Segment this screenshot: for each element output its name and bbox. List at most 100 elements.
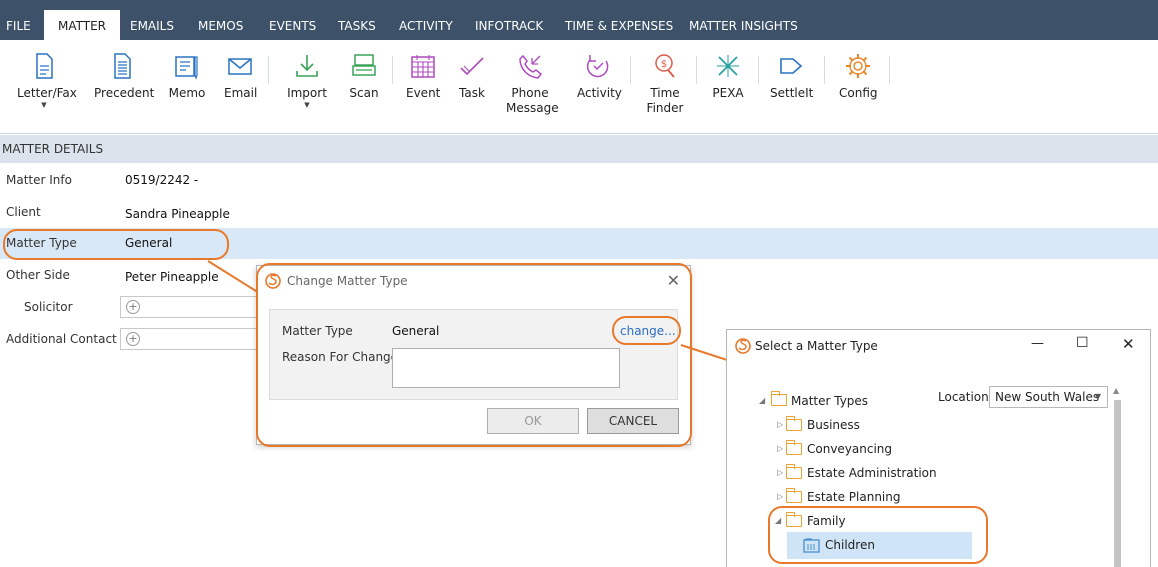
cancel-button[interactable]: CANCEL	[587, 408, 679, 434]
matter-info-row[interactable]: Matter Info 0519/2242 -	[0, 165, 1158, 196]
matter-type-label: Matter Type	[6, 236, 77, 250]
folder-icon	[785, 464, 802, 479]
matter-template-icon	[803, 538, 820, 553]
config-button[interactable]: Config	[839, 52, 878, 101]
vertical-scrollbar[interactable]: ▲	[1112, 386, 1124, 567]
tab-file[interactable]: FILE	[6, 0, 31, 40]
folder-icon	[785, 488, 802, 503]
dialog-matter-type-value: General	[392, 324, 440, 338]
collapsed-arrow-icon[interactable]: ▷	[777, 492, 783, 501]
tree-root-matter-types[interactable]: Matter Types	[791, 394, 868, 408]
change-matter-type-dialog: Change Matter Type ✕ Matter Type General…	[256, 265, 691, 445]
ribbon-divider	[630, 56, 631, 84]
folder-icon	[785, 416, 802, 431]
app-logo-icon	[735, 338, 751, 354]
tree-item-conveyancing[interactable]: Conveyancing	[807, 442, 892, 456]
client-row[interactable]: Client Sandra Pineapple	[0, 197, 1158, 228]
tree-item-estate-planning[interactable]: Estate Planning	[807, 490, 901, 504]
expanded-arrow-icon[interactable]: ◢	[775, 516, 781, 525]
task-button[interactable]: Task	[458, 52, 486, 101]
dollar-search-icon: $	[655, 54, 675, 78]
arrow-right-icon	[780, 58, 803, 74]
location-label: Location	[938, 390, 989, 404]
chevron-down-icon: ▼	[304, 101, 310, 109]
tree-item-children-row[interactable]: Children	[787, 532, 972, 559]
scan-button[interactable]: Scan	[349, 52, 379, 101]
letter-fax-button[interactable]: Letter/Fax ▼	[17, 52, 77, 109]
tab-memos[interactable]: MEMOS	[198, 0, 243, 40]
reason-label: Reason For Change	[282, 350, 399, 364]
expanded-arrow-icon[interactable]: ◢	[759, 396, 765, 405]
download-icon	[296, 55, 318, 77]
minimize-icon[interactable]: —	[1031, 336, 1044, 351]
dialog-title: Change Matter Type	[287, 274, 408, 288]
tab-time-expenses[interactable]: TIME & EXPENSES	[565, 0, 673, 40]
dialog-matter-type-label: Matter Type	[282, 324, 353, 338]
memo-icon	[175, 56, 198, 80]
memo-button[interactable]: Memo	[168, 52, 206, 101]
email-button[interactable]: Email	[224, 52, 257, 101]
ribbon-divider	[824, 56, 825, 84]
matter-info-value: 0519/2242 -	[125, 173, 199, 187]
tab-activity[interactable]: ACTIVITY	[399, 0, 453, 40]
window-title: Select a Matter Type	[755, 339, 878, 353]
precedent-icon	[114, 53, 131, 79]
tree-item-children: Children	[825, 538, 875, 552]
svg-text:$: $	[661, 59, 667, 70]
chevron-down-icon: ▼	[1094, 392, 1101, 401]
location-select[interactable]: New South Wales ▼	[989, 386, 1108, 408]
folder-icon	[785, 440, 802, 455]
phone-message-button[interactable]: Phone Message	[506, 52, 559, 116]
tree-item-business[interactable]: Business	[807, 418, 860, 432]
settleit-button[interactable]: SettleIt	[770, 52, 813, 101]
import-button[interactable]: Import ▼	[287, 52, 327, 109]
tree-item-family[interactable]: Family	[807, 514, 846, 528]
time-finder-button[interactable]: $ Time Finder	[646, 52, 684, 116]
additional-contact-label: Additional Contact	[6, 332, 117, 346]
tab-matter[interactable]: MATTER	[44, 10, 120, 40]
other-side-value: Peter Pineapple	[125, 270, 219, 284]
ok-button[interactable]: OK	[487, 408, 579, 434]
add-icon[interactable]: +	[126, 300, 140, 314]
ribbon-divider	[696, 56, 697, 84]
folder-icon	[785, 512, 802, 527]
solicitor-add-field[interactable]: +	[120, 296, 260, 318]
calendar-icon	[411, 55, 435, 78]
tab-emails[interactable]: EMAILS	[130, 0, 174, 40]
precedent-button[interactable]: Precedent	[94, 52, 154, 101]
ribbon-divider	[758, 56, 759, 84]
scrollbar-thumb[interactable]	[1114, 400, 1121, 567]
client-label: Client	[6, 205, 41, 219]
change-link[interactable]: change...	[620, 324, 676, 338]
tab-infotrack[interactable]: INFOTRACK	[475, 0, 543, 40]
pexa-icon	[717, 55, 739, 77]
tab-events[interactable]: EVENTS	[269, 0, 316, 40]
close-icon[interactable]: ✕	[667, 271, 680, 290]
close-icon[interactable]: ✕	[1122, 335, 1135, 353]
tab-matter-insights[interactable]: MATTER INSIGHTS	[689, 0, 798, 40]
collapsed-arrow-icon[interactable]: ▷	[777, 420, 783, 429]
folder-icon	[770, 391, 787, 406]
scanner-icon	[352, 54, 376, 76]
dialog-panel: Matter Type General change... Reason For…	[269, 309, 678, 400]
reason-input[interactable]	[392, 348, 620, 388]
tree-item-estate-administration[interactable]: Estate Administration	[807, 466, 937, 480]
event-button[interactable]: Event	[406, 52, 440, 101]
app-window: FILE MATTER EMAILS MEMOS EVENTS TASKS AC…	[0, 0, 1158, 567]
app-logo-icon	[265, 273, 281, 289]
activity-button[interactable]: Activity	[577, 52, 622, 101]
tab-tasks[interactable]: TASKS	[338, 0, 376, 40]
additional-contact-add-field[interactable]: +	[120, 328, 260, 350]
collapsed-arrow-icon[interactable]: ▷	[777, 468, 783, 477]
menu-tab-bar: FILE MATTER EMAILS MEMOS EVENTS TASKS AC…	[0, 0, 1158, 40]
matter-type-row[interactable]: Matter Type General	[0, 228, 1158, 259]
ribbon-divider	[889, 56, 890, 84]
pexa-button[interactable]: PEXA	[712, 52, 744, 101]
collapsed-arrow-icon[interactable]: ▷	[777, 444, 783, 453]
matter-details-header: MATTER DETAILS	[0, 135, 1158, 163]
add-icon[interactable]: +	[126, 332, 140, 346]
activity-icon	[586, 55, 609, 78]
scroll-up-icon[interactable]: ▲	[1113, 386, 1119, 395]
dialog-titlebar: Change Matter Type ✕	[257, 266, 690, 296]
maximize-icon[interactable]: ☐	[1076, 335, 1089, 351]
